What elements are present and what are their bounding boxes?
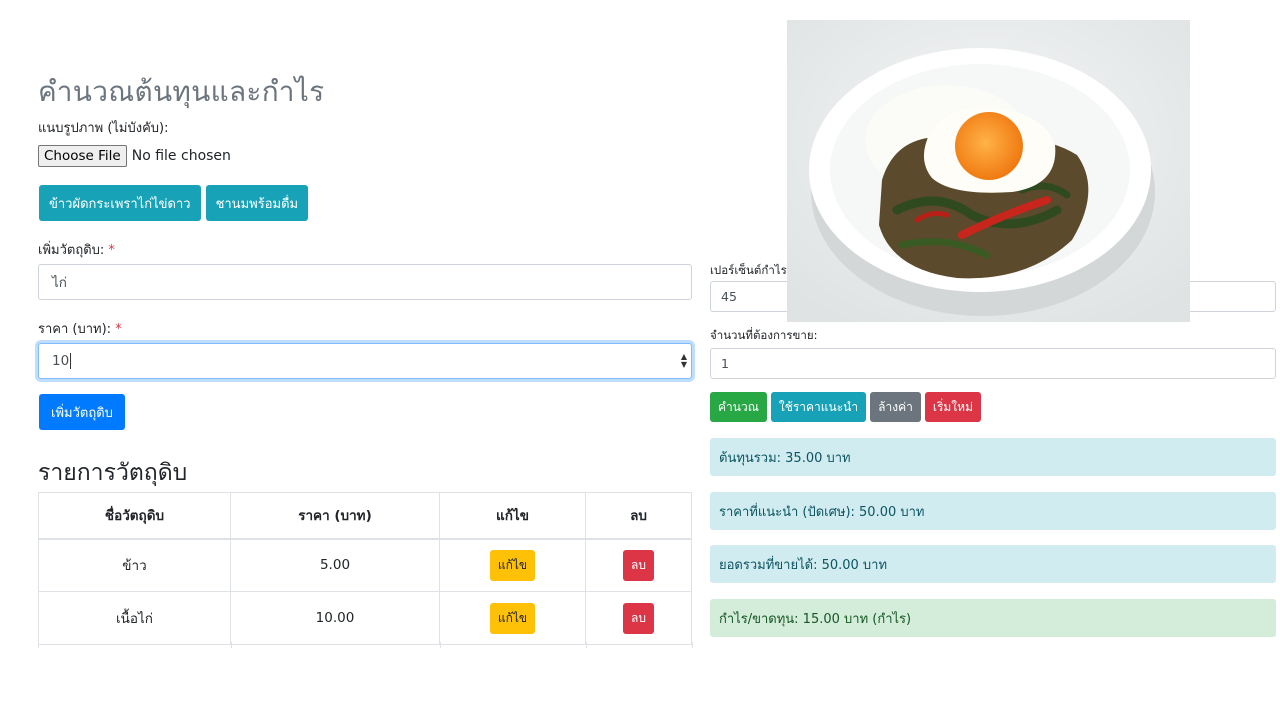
preset-milk-tea-button[interactable]: ชานมพร้อมดื่ม [205,185,309,221]
edit-button[interactable]: แก้ไข [489,602,536,634]
total-cost-result: ต้นทุนรวม: 35.00 บาท [710,438,1276,476]
sell-quantity-label: จำนวนที่ต้องการขาย: [710,328,818,342]
ingredient-price-cell: 10.00 [230,591,440,645]
edit-cell: แก้ไข [439,591,586,645]
table-header-row: ชื่อวัตถุดิบ ราคา (บาท) แก้ไข ลบ [38,492,692,540]
clear-button[interactable]: ล้างค่า [870,392,921,422]
preset-kaprao-button[interactable]: ข้าวผัดกระเพราไก่ไข่ดาว [39,185,201,221]
edit-cell: แก้ไข [439,538,586,592]
ingredient-price-label: ราคา (บาท): * [38,322,122,337]
column-header-delete: ลบ [585,492,692,540]
delete-cell: ลบ [585,538,692,592]
ingredient-price-input[interactable]: 10 ▲ ▼ [38,343,692,379]
column-header-edit: แก้ไข [439,492,586,540]
use-suggested-price-button[interactable]: ใช้ราคาแนะนำ [770,392,867,422]
action-buttons: คำนวณ ใช้ราคาแนะนำ ล้างค่า เริ่มใหม่ [710,392,981,422]
ingredient-name-label: เพิ่มวัตถุดิบ: * [38,243,115,258]
choose-file-button[interactable]: Choose File [38,145,127,167]
ingredient-name-cell: ข้าว [38,538,231,592]
column-header-price: ราคา (บาท) [230,492,440,540]
file-input[interactable]: Choose File No file chosen [38,145,231,167]
calculate-button[interactable]: คำนวณ [710,392,767,422]
cell-divider [692,642,693,648]
dish-illustration [787,20,1190,322]
table-row-partial [38,642,693,648]
preset-buttons: ข้าวผัดกระเพราไก่ไข่ดาว ชานมพร้อมดื่ม [39,185,309,221]
attach-image-label: แนบรูปภาพ (ไม่บังคับ): [38,121,169,136]
profit-loss-result: กำไร/ขาดทุน: 15.00 บาท (กำไร) [710,599,1276,637]
ingredient-table: ชื่อวัตถุดิบ ราคา (บาท) แก้ไข ลบ ข้าว 5.… [38,492,692,645]
table-row: ข้าว 5.00 แก้ไข ลบ [38,538,692,592]
delete-button[interactable]: ลบ [623,549,654,581]
suggested-price-result: ราคาที่แนะนำ (ปัดเศษ): 50.00 บาท [710,492,1276,530]
ingredient-list-title: รายการวัตถุดิบ [38,460,188,486]
number-spinner-icon[interactable]: ▲ ▼ [681,353,687,369]
ingredient-name-input[interactable]: ไก่ [38,264,692,300]
file-status: No file chosen [131,148,231,164]
cell-divider [440,642,441,648]
delete-cell: ลบ [585,591,692,645]
text-cursor [70,353,72,369]
delete-button[interactable]: ลบ [623,602,654,634]
egg-yolk [955,112,1023,180]
column-header-name: ชื่อวัตถุดิบ [38,492,231,540]
table-row: เนื้อไก่ 10.00 แก้ไข ลบ [38,591,692,645]
edit-button[interactable]: แก้ไข [489,549,536,581]
page-title: คำนวณต้นทุนและกำไร [38,75,325,108]
restart-button[interactable]: เริ่มใหม่ [924,392,981,422]
profit-percent-label: เปอร์เซ็นต์กำไร [710,263,787,277]
total-sales-result: ยอดรวมที่ขายได้: 50.00 บาท [710,545,1276,583]
add-ingredient-button[interactable]: เพิ่มวัตถุดิบ [39,394,125,430]
cell-divider [231,642,232,648]
dish-photo [787,20,1190,322]
ingredient-price-cell: 5.00 [230,538,440,592]
sell-quantity-input[interactable]: 1 [710,348,1276,379]
ingredient-name-cell: เนื้อไก่ [38,591,231,645]
cell-divider [586,642,587,648]
